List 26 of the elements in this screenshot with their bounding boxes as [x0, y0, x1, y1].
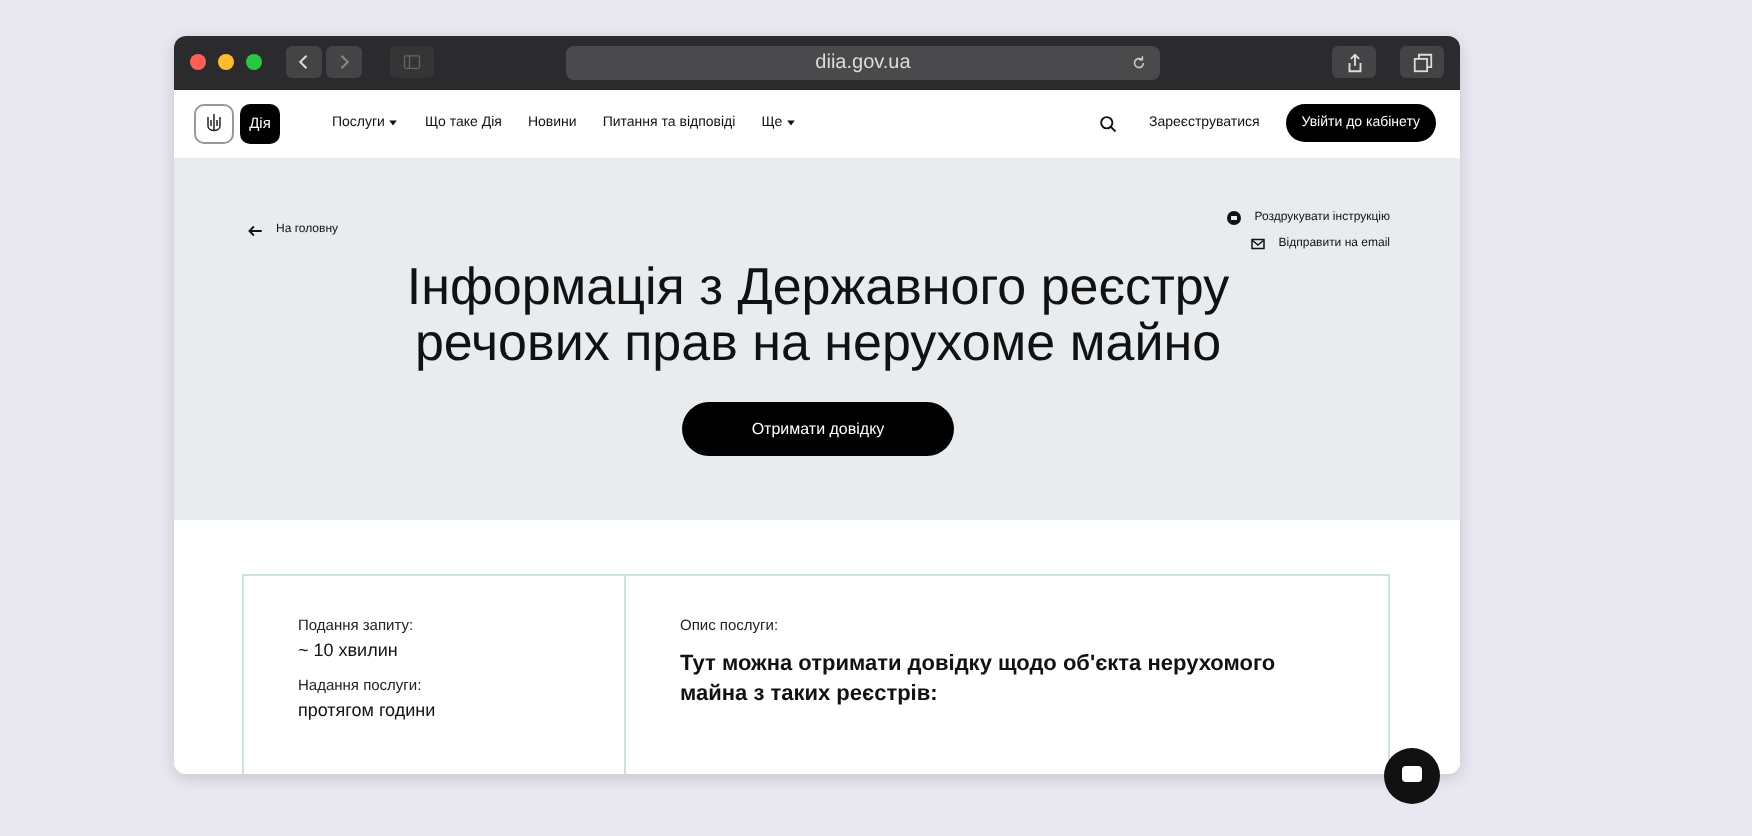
description-text: Тут можна отримати довідку щодо об'єкта нерухомого майна з таких реєстрів:: [680, 650, 1278, 711]
page-title: Інформація з Державного реєстру речових прав на нерухоме майно: [404, 257, 1232, 372]
back-button[interactable]: [286, 46, 322, 79]
zoom-dot[interactable]: [246, 54, 262, 71]
chat-button-icon[interactable]: [1384, 748, 1440, 804]
address-bar[interactable]: diia.gov.ua: [566, 45, 1160, 80]
get-certificate-button[interactable]: Отримати довідку: [682, 401, 954, 456]
share-button[interactable]: [1332, 46, 1376, 79]
reload-icon: [1130, 53, 1148, 72]
share-icon: [1343, 51, 1365, 74]
tabs-icon: [1411, 51, 1433, 74]
trident-logo[interactable]: [194, 103, 234, 144]
arrow-left-icon: [246, 221, 264, 240]
search-icon[interactable]: [1098, 113, 1119, 134]
close-dot[interactable]: [190, 54, 206, 71]
tabs-button[interactable]: [1400, 46, 1444, 79]
fact-value: протягом години: [298, 700, 438, 721]
caret-down-icon: [388, 118, 399, 129]
sidebar-button[interactable]: [390, 46, 434, 79]
forward-button[interactable]: [326, 46, 362, 79]
fact-value: ~ 10 хвилин: [298, 640, 400, 661]
minimize-dot[interactable]: [218, 54, 234, 71]
sidebar-icon: [400, 52, 424, 73]
trident-icon: [202, 110, 226, 137]
caret-down-icon: [786, 118, 797, 129]
envelope-icon: [1250, 235, 1267, 252]
